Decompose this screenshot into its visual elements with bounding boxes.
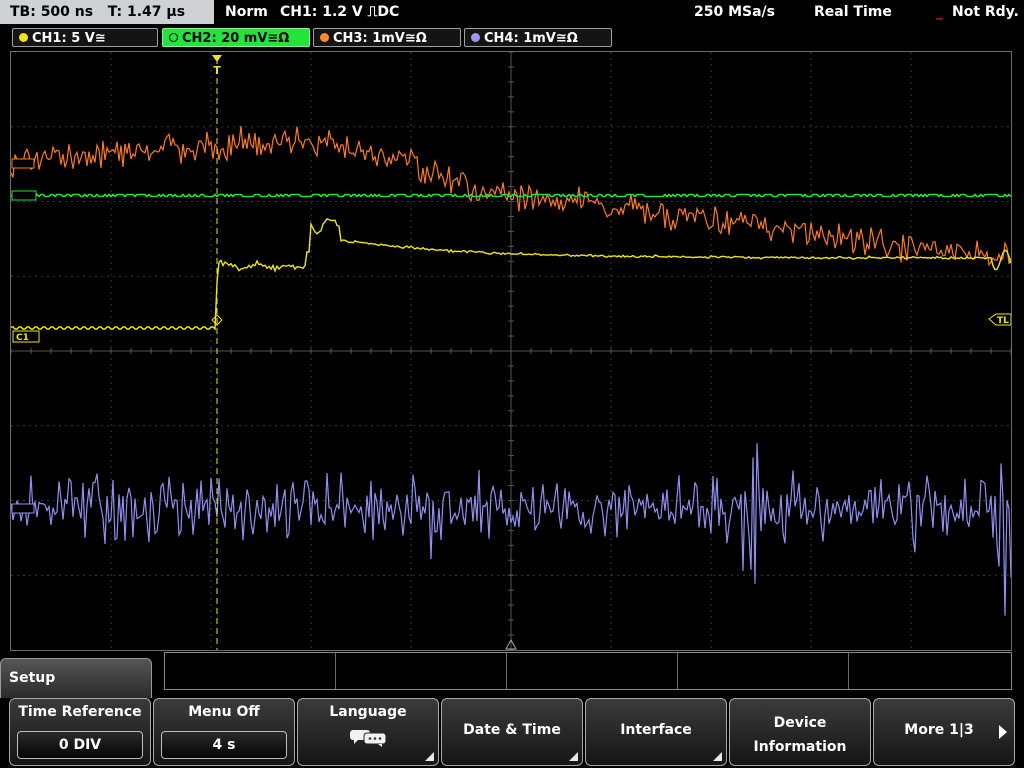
interface-label: Interface	[620, 722, 692, 738]
interface-button[interactable]: Interface	[585, 698, 727, 766]
acquisition-mode[interactable]: Real Time	[814, 0, 892, 24]
trigger-position-marker[interactable]: T	[212, 55, 222, 77]
more-button[interactable]: More 1|3	[873, 698, 1015, 766]
info-cell	[507, 653, 678, 689]
sample-rate: 250 MSa/s	[694, 4, 776, 20]
ch1-ref-marker[interactable]: C1	[12, 330, 40, 343]
submenu-corner-icon	[569, 752, 578, 761]
menu-off-value: 4 s	[161, 731, 287, 759]
submenu-corner-icon	[713, 752, 722, 761]
ch4-dot-icon	[471, 33, 480, 42]
more-label: More 1|3	[904, 722, 974, 738]
ch2-ref-marker[interactable]	[11, 190, 37, 201]
ch1-label: CH1: 5 V≅	[32, 31, 106, 46]
submenu-corner-icon	[425, 752, 434, 761]
date-time-button[interactable]: Date & Time	[441, 698, 583, 766]
menu-off-button[interactable]: Menu Off 4 s	[153, 698, 295, 766]
date-time-label: Date & Time	[463, 722, 561, 738]
ch1-ref-label: C1	[16, 333, 29, 343]
trigger-marker-label: T	[213, 64, 221, 77]
ch3-dot-icon	[320, 33, 329, 42]
device-information-button[interactable]: Device Information	[729, 698, 871, 766]
trigger-info[interactable]: CH1: 1.2 V ⎍DC	[280, 0, 399, 24]
channel-tab-ch1[interactable]: CH1: 5 V≅	[12, 28, 158, 47]
menu-info-area	[164, 652, 1012, 690]
info-cell	[165, 653, 336, 689]
trigger-mode[interactable]: Norm	[225, 0, 268, 24]
time-reference-label: Time Reference	[18, 704, 142, 720]
trigger-time-value: T: 1.47 µs	[107, 4, 186, 20]
status-bar: Norm CH1: 1.2 V ⎍DC 250 MSa/s Real Time …	[216, 0, 1024, 24]
ch2-label: CH2: 20 mV≅Ω	[182, 31, 290, 46]
info-cell	[336, 653, 507, 689]
channel-tab-ch3[interactable]: CH3: 1mV≅Ω	[313, 28, 461, 47]
state-underscore: _	[936, 4, 943, 20]
speech-bubbles-icon	[350, 730, 387, 747]
ch3-ref-marker[interactable]	[11, 158, 35, 169]
menu-off-label: Menu Off	[188, 704, 260, 720]
graticule	[11, 52, 1011, 650]
menu-title-tab: Setup	[0, 658, 152, 698]
language-label: Language	[329, 704, 407, 720]
timebase-value: TB: 500 ns	[10, 4, 94, 20]
time-reference-button[interactable]: Time Reference 0 DIV	[9, 698, 151, 766]
ch2-dot-icon	[169, 33, 178, 42]
ch4-label: CH4: 1mV≅Ω	[484, 31, 578, 46]
timebase-readout[interactable]: TB: 500 ns T: 1.47 µs	[0, 0, 214, 24]
ch4-ref-marker[interactable]	[11, 503, 35, 514]
ch3-label: CH3: 1mV≅Ω	[333, 31, 427, 46]
info-cell	[678, 653, 849, 689]
state-text: Not Rdy.	[952, 4, 1019, 20]
ch1-dot-icon	[19, 33, 28, 42]
trigger-level-label: TL	[997, 316, 1009, 326]
device-info-line2: Information	[753, 739, 847, 755]
device-information-label: Device Information	[730, 711, 870, 759]
next-page-arrow-icon	[999, 725, 1007, 739]
channel-tab-ch4[interactable]: CH4: 1mV≅Ω	[464, 28, 612, 47]
language-button[interactable]: Language	[297, 698, 439, 766]
time-reference-value: 0 DIV	[17, 731, 143, 759]
trigger-level-marker[interactable]: TL	[988, 313, 1011, 326]
waveform-display[interactable]: T C1 TL	[10, 51, 1012, 651]
channel-tab-ch2[interactable]: CH2: 20 mV≅Ω	[162, 28, 310, 47]
device-info-line1: Device	[773, 715, 827, 731]
